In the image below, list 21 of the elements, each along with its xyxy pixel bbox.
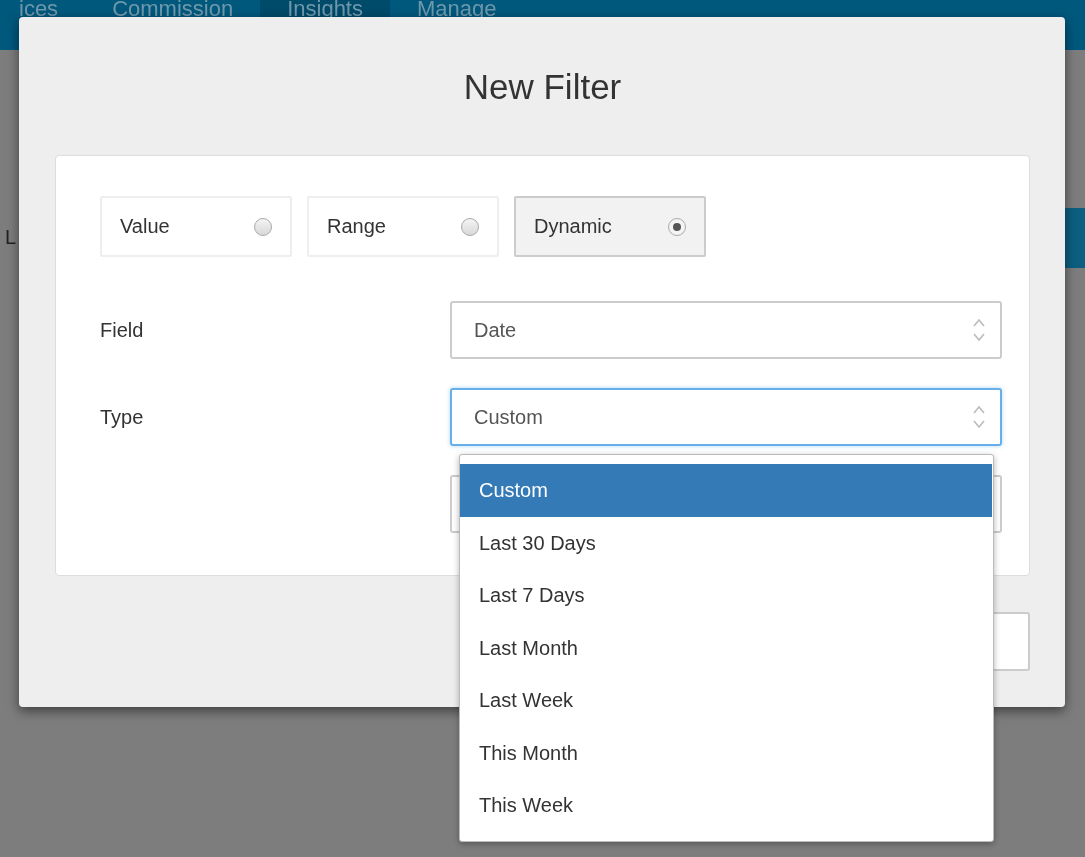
dropdown-option[interactable]: Custom: [460, 464, 992, 517]
radio-button[interactable]: [461, 217, 479, 236]
sort-arrows-icon: [972, 317, 986, 343]
mode-option[interactable]: Dynamic: [514, 196, 706, 257]
dropdown-option[interactable]: Last Month: [460, 621, 992, 674]
select-field[interactable]: Custom: [450, 388, 1002, 446]
dialog-title: New Filter: [462, 66, 623, 108]
dropdown-option[interactable]: This Week: [460, 779, 992, 832]
sort-arrows-icon: [972, 404, 986, 430]
row-label: L: [5, 226, 17, 249]
dropdown-option[interactable]: Last 7 Days: [460, 569, 992, 622]
mode-option[interactable]: Value: [100, 196, 292, 257]
field-label: Type: [100, 405, 145, 429]
dropdown-option[interactable]: Last Week: [460, 674, 992, 727]
mode-option[interactable]: Range: [307, 196, 499, 257]
field-label: Field: [100, 318, 145, 342]
select-field[interactable]: Date: [450, 301, 1002, 359]
radio-button[interactable]: [668, 217, 686, 236]
dropdown-option[interactable]: This Month: [460, 726, 992, 779]
dropdown-option[interactable]: Last 30 Days: [460, 516, 992, 569]
radio-button[interactable]: [254, 217, 272, 236]
